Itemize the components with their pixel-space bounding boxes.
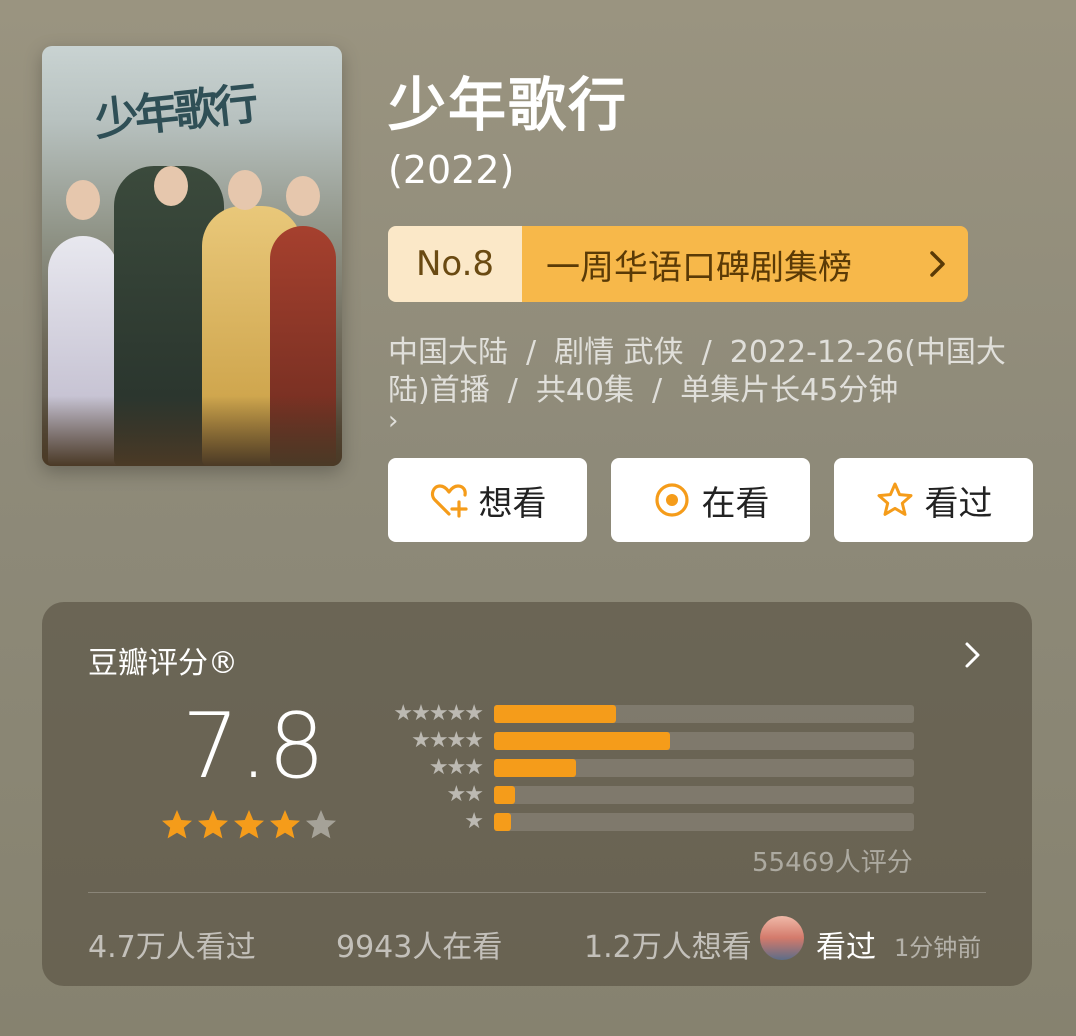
rating-bar-track (494, 732, 914, 750)
rating-bar-fill (494, 759, 576, 777)
rating-bar-stars: ★★★ (428, 755, 484, 780)
rating-bar-fill (494, 813, 511, 831)
poster-title: 少年歌行 (92, 78, 257, 147)
watching-button[interactable]: 在看 (611, 458, 810, 542)
want-to-watch-button[interactable]: 想看 (388, 458, 587, 542)
rating-bar-track (494, 759, 914, 777)
meta-region: 中国大陆 (388, 335, 508, 370)
rating-card[interactable]: 豆瓣评分® 7.8 ★★★★★ ★★★★ ★★★ ★★ ★ 55469人评分 4.7万人… (42, 602, 1032, 986)
page-title: 少年歌行 (388, 71, 629, 139)
action-buttons: 想看 在看 看过 (388, 458, 1033, 542)
release-year: (2022) (388, 148, 515, 192)
meta-genres: 剧情 武侠 (554, 335, 684, 370)
recent-activity-action: 看过 (816, 930, 876, 965)
rating-bar-stars: ★ (464, 809, 484, 834)
divider (88, 892, 986, 893)
want-label: 想看 (478, 483, 547, 524)
rating-source-title: 豆瓣评分® (88, 646, 238, 681)
chevron-right-icon (908, 226, 968, 302)
stat-watched[interactable]: 4.7万人看过 (88, 922, 256, 966)
rank-list-name: 一周华语口碑剧集榜 (522, 226, 908, 302)
rating-bar-track (494, 813, 914, 831)
meta-duration: 单集片长45分钟 (680, 373, 899, 408)
meta-episodes: 共40集 (535, 373, 635, 408)
heart-plus-icon (430, 484, 468, 518)
rating-stars (160, 808, 338, 842)
rating-bar-fill (494, 705, 616, 723)
poster-image[interactable]: 少年歌行 (42, 46, 342, 466)
rating-bar-stars: ★★★★ (411, 728, 484, 753)
meta-more-chevron[interactable]: › (388, 408, 1008, 434)
rating-bar-track (494, 786, 914, 804)
avatar[interactable] (760, 916, 804, 960)
star-filled-icon (270, 810, 300, 839)
watched-button[interactable]: 看过 (834, 458, 1033, 542)
star-filled-icon (162, 810, 192, 839)
watched-label: 看过 (924, 483, 993, 524)
star-filled-icon (234, 810, 264, 839)
target-icon (654, 483, 689, 517)
rank-number: No.8 (388, 226, 522, 302)
watching-label: 在看 (701, 483, 770, 524)
chevron-right-icon[interactable] (962, 640, 984, 674)
star-empty-icon (306, 810, 336, 839)
stat-watching[interactable]: 9943人在看 (336, 922, 502, 966)
rating-score: 7.8 (182, 694, 326, 799)
rating-bar-fill (494, 786, 515, 804)
rating-count: 55469人评分 (752, 848, 913, 878)
stat-want[interactable]: 1.2万人想看 (584, 922, 752, 966)
rating-bar-stars: ★★★★★ (393, 701, 484, 726)
rating-bar-fill (494, 732, 671, 750)
ranking-badge[interactable]: No.8 一周华语口碑剧集榜 (388, 226, 968, 302)
star-outline-icon (877, 482, 912, 516)
star-filled-icon (198, 810, 228, 839)
rating-bar-track (494, 705, 914, 723)
audience-stats: 4.7万人看过 9943人在看 1.2万人想看 看过 1分钟前 (88, 916, 988, 972)
rating-bar-stars: ★★ (446, 782, 484, 807)
show-meta[interactable]: 中国大陆 / 剧情 武侠/2022-12-26(中国大陆)首播 / 共40集 / 单集片长4… (388, 334, 1008, 434)
recent-activity-time: 1分钟前 (894, 934, 982, 962)
